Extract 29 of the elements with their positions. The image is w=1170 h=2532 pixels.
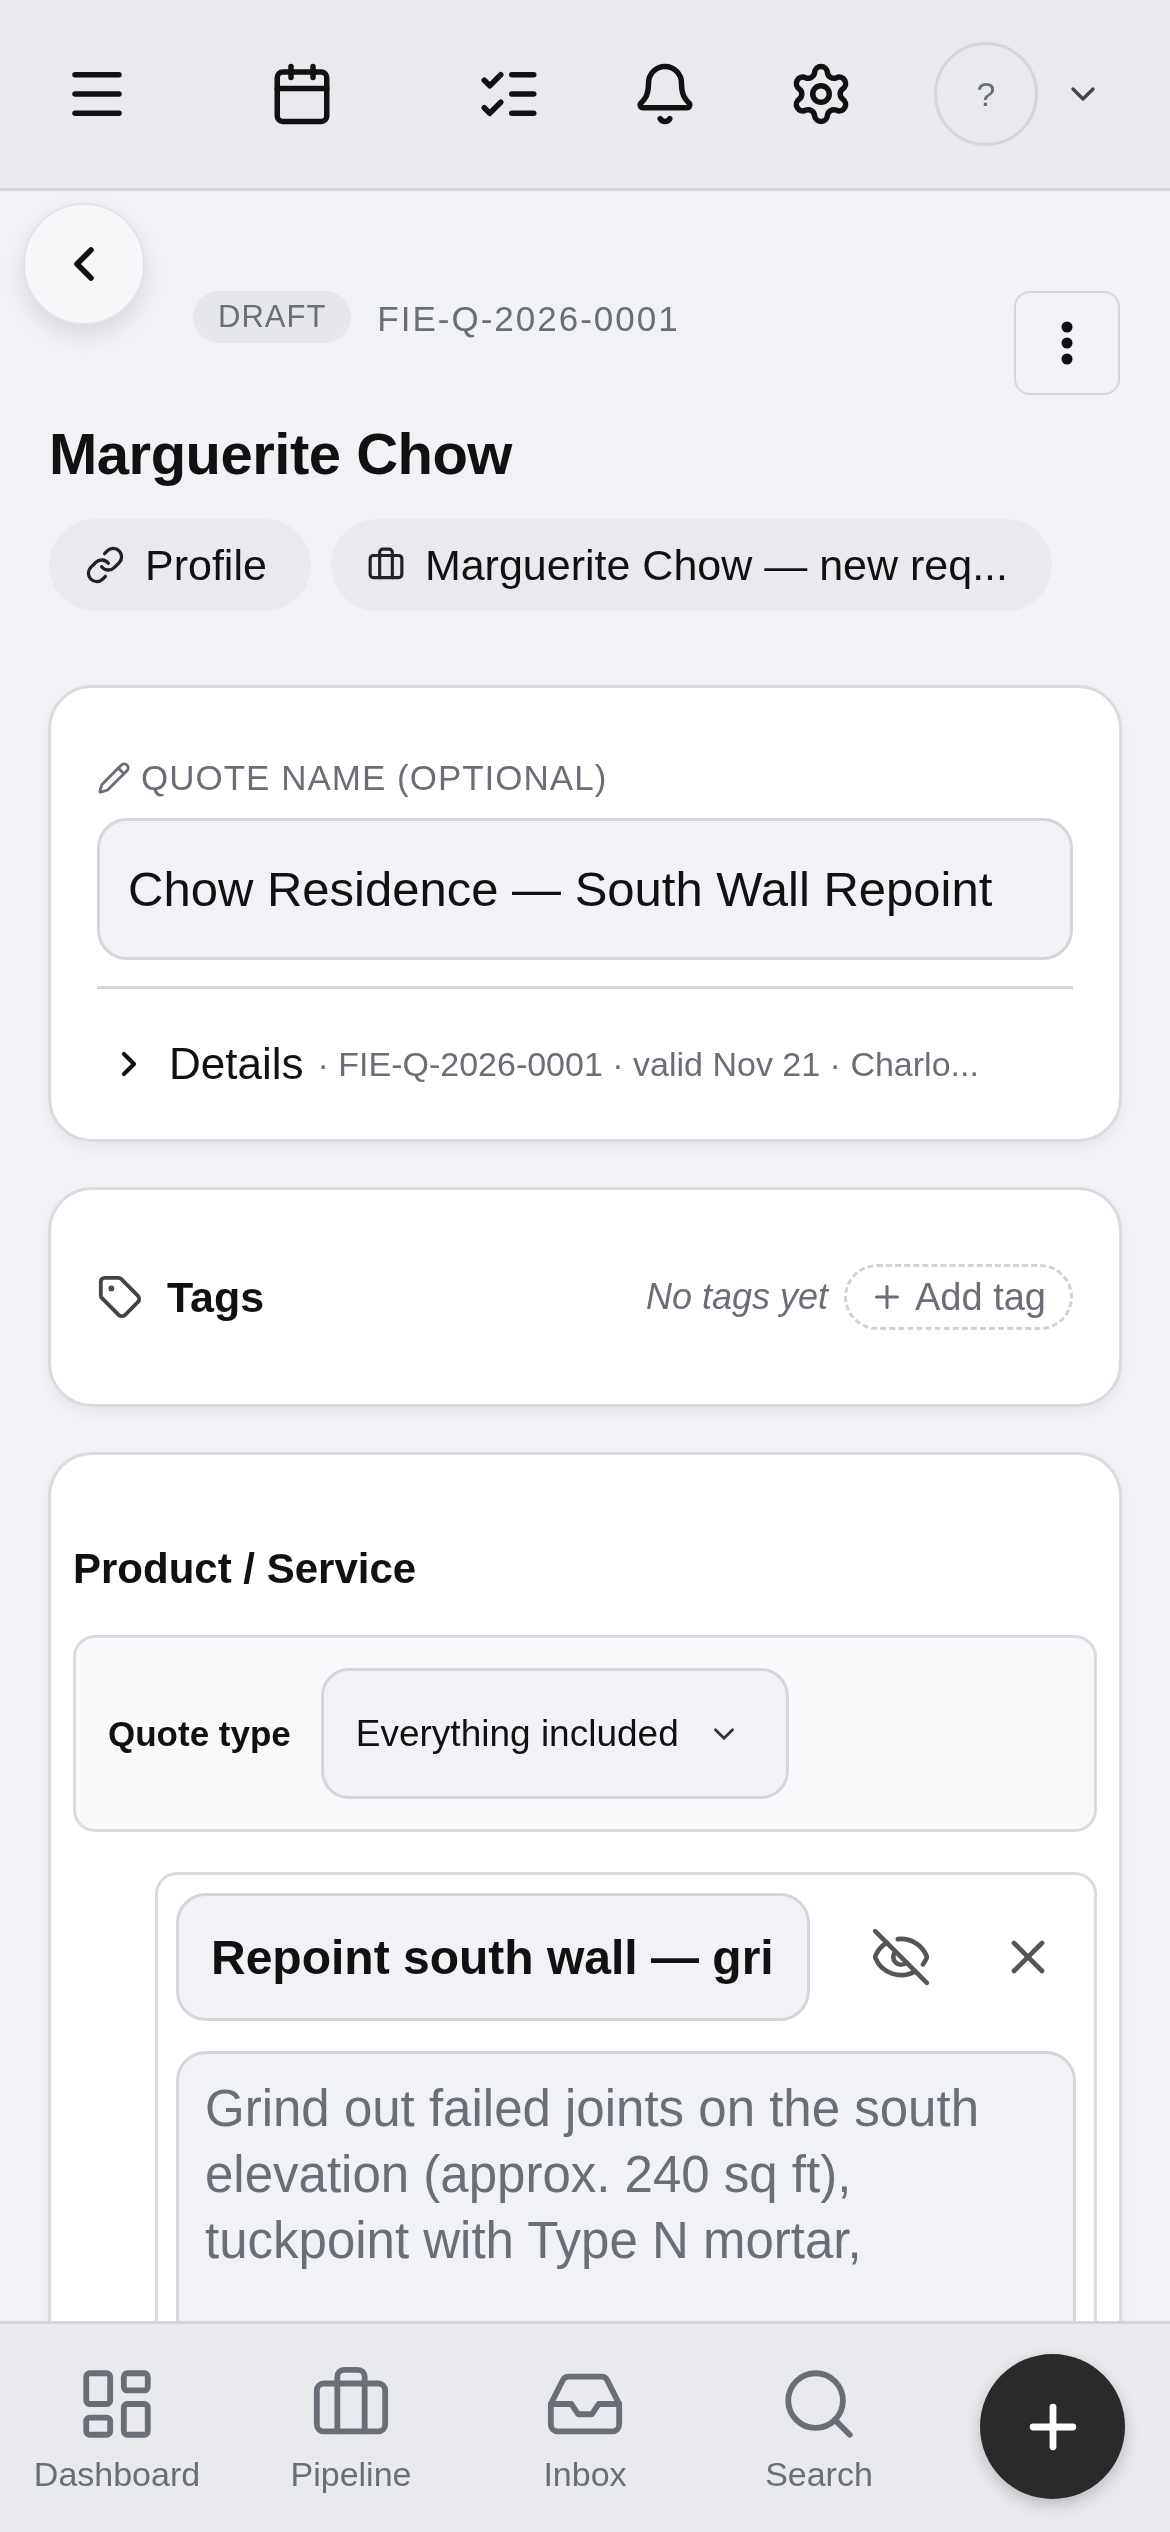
nav-item[interactable]: Search (702, 2362, 936, 2494)
item-title-field[interactable]: Repoint south wall — gri (176, 1893, 810, 2021)
nav-item[interactable]: Pipeline (234, 2362, 468, 2494)
quote-type-select[interactable]: Everything included (320, 1668, 789, 1799)
profile-link[interactable]: Profile (49, 519, 311, 611)
description-text: Grind out failed joints on the south elevation (approx. 240 sq ft), tuckpoint with Type N mortar, (205, 2079, 980, 2271)
quote-name-field[interactable]: Chow Residence — South Wall Repoint (97, 818, 1073, 960)
deal-link[interactable]: Marguerite Chow — new req... (330, 519, 1052, 611)
section-heading: Product / Service (73, 1545, 418, 1593)
details-toggle[interactable]: Details (97, 1039, 304, 1089)
kebab-icon (1061, 321, 1073, 365)
empty-tags-text: No tags yet (645, 1276, 828, 1318)
more-button[interactable] (1014, 291, 1120, 395)
status-badge: DRAFT (193, 291, 352, 343)
details-summary: · FIE-Q-2026-0001 · valid Nov 21 · Charlo... (317, 1044, 979, 1084)
description-field[interactable]: Grind out failed joints on the south elevation (approx. 240 sq ft), tuckpoint with Type N mortar, (176, 2051, 1076, 2321)
field-label: QUOTE NAME (OPTIONAL) (141, 758, 608, 798)
tag-icon (97, 1274, 143, 1320)
eye-off-icon[interactable] (870, 1926, 932, 1988)
avatar[interactable]: ? (934, 42, 1038, 146)
tags-label: Tags (167, 1272, 265, 1322)
quote-type-label: Quote type (108, 1713, 291, 1754)
link-icon (85, 545, 125, 585)
page-title: Marguerite Chow (49, 420, 514, 488)
quote-id: FIE-Q-2026-0001 (377, 299, 680, 339)
nav-item[interactable]: Dashboard (0, 2362, 234, 2494)
add-tag-button[interactable]: Add tag (844, 1264, 1073, 1330)
pencil-icon (97, 761, 131, 795)
nav-item[interactable]: Inbox (468, 2362, 702, 2494)
